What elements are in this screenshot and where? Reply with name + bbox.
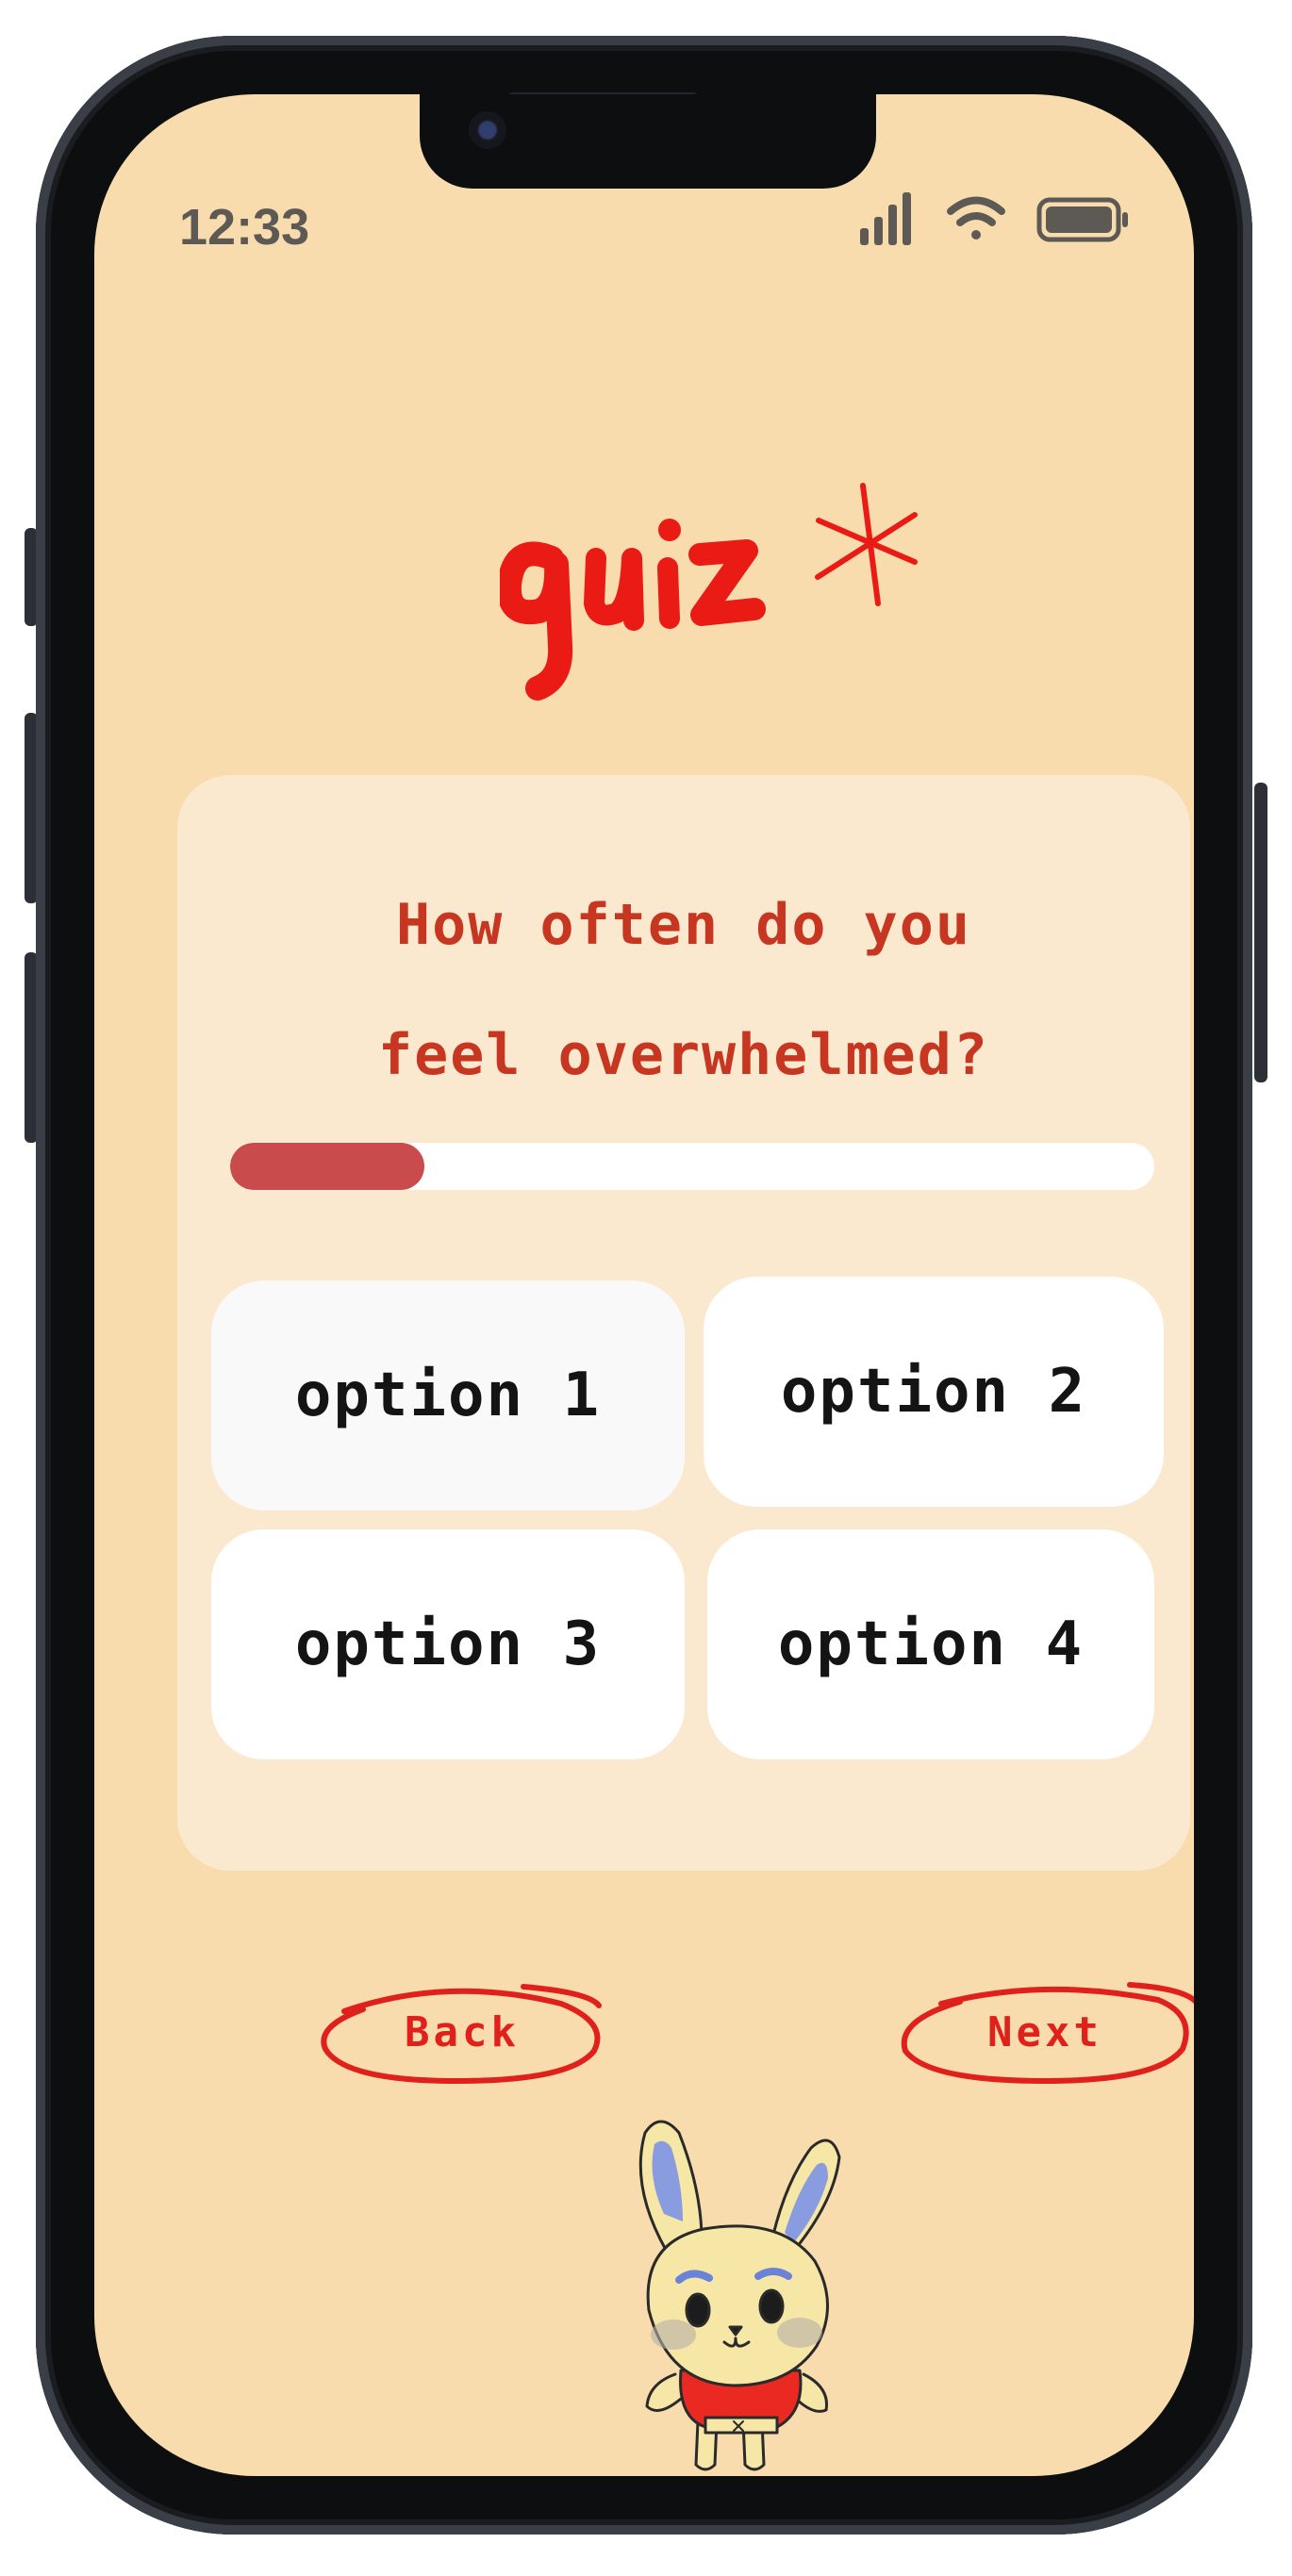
option-1-button[interactable]: option 1 <box>211 1280 685 1511</box>
progress-fill <box>230 1143 424 1190</box>
battery-icon <box>1036 197 1128 242</box>
question-line-2: feel overwhelmed? <box>377 1022 990 1088</box>
progress-bar <box>230 1143 1154 1190</box>
signal-icon <box>860 192 911 245</box>
question-text: How often do you feel overwhelmed? <box>177 860 1190 1120</box>
back-label: Back <box>405 2007 520 2056</box>
phone-frame: 12:33 How often do you feel overwhelmed?… <box>36 36 1252 2535</box>
option-2-label: option 2 <box>780 1357 1087 1427</box>
next-button[interactable]: Next <box>885 1966 1194 2098</box>
question-card: How often do you feel overwhelmed? optio… <box>177 775 1190 1871</box>
quiz-title <box>496 453 1028 773</box>
option-4-label: option 4 <box>777 1610 1085 1679</box>
option-4-button[interactable]: option 4 <box>707 1529 1154 1759</box>
option-1-label: option 1 <box>294 1361 602 1430</box>
app-screen: 12:33 How often do you feel overwhelmed?… <box>94 94 1194 2476</box>
option-3-button[interactable]: option 3 <box>211 1529 685 1759</box>
option-3-label: option 3 <box>294 1610 602 1679</box>
quiz-title-lettering <box>496 483 918 701</box>
option-2-button[interactable]: option 2 <box>704 1277 1164 1507</box>
notch <box>420 94 876 189</box>
front-camera <box>469 111 506 149</box>
bunny-mascot <box>592 2091 890 2476</box>
wifi-icon <box>947 196 1005 239</box>
status-time: 12:33 <box>179 199 310 256</box>
back-button[interactable]: Back <box>306 1966 618 2098</box>
next-label: Next <box>987 2007 1102 2056</box>
status-icons <box>860 192 1143 249</box>
power-button <box>1254 783 1267 1082</box>
question-line-1: How often do you <box>396 892 971 958</box>
sparkle-icon <box>815 483 918 606</box>
